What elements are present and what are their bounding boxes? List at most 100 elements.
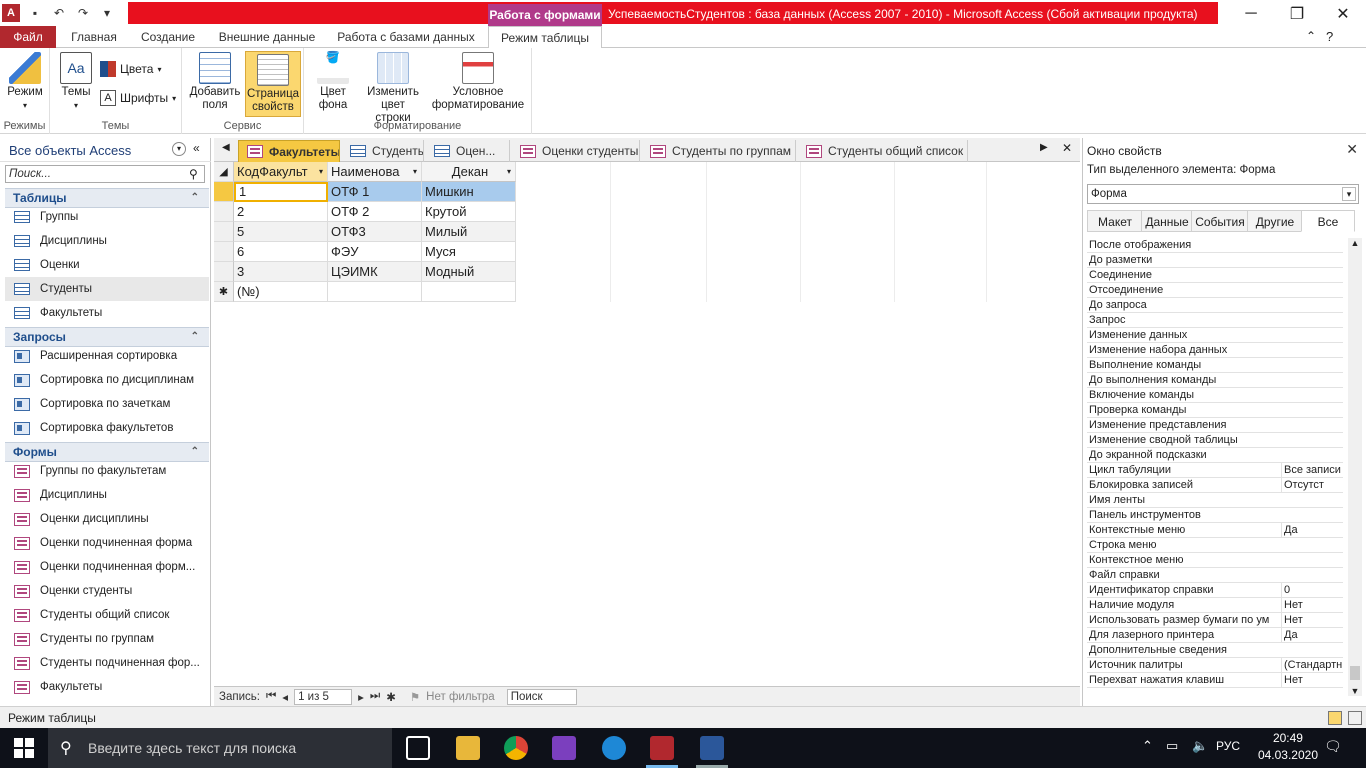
property-sheet-button[interactable]: Страница свойств	[245, 51, 301, 117]
grid-cell[interactable]: ФЭУ	[328, 242, 422, 262]
grid-cell[interactable]: Модный	[422, 262, 516, 282]
tab-home[interactable]: Главная	[62, 26, 126, 48]
grid-cell[interactable]: Милый	[422, 222, 516, 242]
last-record-icon[interactable]: ⏭	[370, 690, 380, 703]
help-icon[interactable]: ?	[1326, 29, 1333, 44]
property-value[interactable]: 0	[1281, 583, 1343, 597]
property-row[interactable]: Источник палитры (Стандартн	[1087, 658, 1343, 673]
grid-cell[interactable]: ОТФ 2	[328, 202, 422, 222]
close-icon[interactable]: ✕	[1346, 141, 1358, 158]
property-row[interactable]: Изменение данных	[1087, 328, 1343, 343]
close-icon[interactable]: ✕	[1320, 0, 1366, 28]
grid-cell[interactable]: Муся	[422, 242, 516, 262]
property-row[interactable]: Имя ленты	[1087, 493, 1343, 508]
row-selector[interactable]	[214, 182, 234, 202]
tab-datasheet[interactable]: Режим таблицы	[488, 26, 602, 49]
grid-cell[interactable]: 6	[234, 242, 328, 262]
tab-other[interactable]: Другие	[1247, 210, 1303, 232]
volume-icon[interactable]: 🔈	[1192, 738, 1208, 754]
nav-item-form[interactable]: Студенты подчиненная фор...	[5, 651, 209, 675]
grid-cell[interactable]: ОТФ3	[328, 222, 422, 242]
tab-create[interactable]: Создание	[130, 26, 206, 48]
nav-item-query[interactable]: Сортировка факультетов	[5, 416, 209, 440]
property-value[interactable]: Да	[1281, 628, 1343, 642]
nav-search-input[interactable]: Поиск...	[5, 165, 205, 183]
visual-studio-icon[interactable]	[552, 736, 576, 760]
property-row[interactable]: Перехват нажатия клавиш Нет	[1087, 673, 1343, 688]
colors-button[interactable]: Цвета ▾	[100, 58, 161, 80]
property-row[interactable]: После отображения	[1087, 238, 1343, 253]
scrollbar-thumb[interactable]	[1350, 666, 1360, 680]
nav-title[interactable]: Все объекты Access	[9, 143, 131, 158]
property-row[interactable]: До экранной подсказки	[1087, 448, 1343, 463]
row-selector[interactable]	[214, 262, 234, 282]
grid-cell[interactable]: 3	[234, 262, 328, 282]
edge-icon[interactable]	[602, 736, 626, 760]
fill-color-button[interactable]: 🪣 Цвет фона	[306, 50, 360, 112]
chrome-icon[interactable]	[504, 736, 528, 760]
property-value[interactable]: Нет	[1281, 598, 1343, 612]
doc-tab-faculties[interactable]: Факультеты	[238, 140, 340, 162]
property-row[interactable]: Файл справки	[1087, 568, 1343, 583]
file-explorer-icon[interactable]	[456, 736, 480, 760]
property-row[interactable]: Выполнение команды	[1087, 358, 1343, 373]
nav-item-table[interactable]: Дисциплины	[5, 229, 209, 253]
close-tab-icon[interactable]: ✕	[1062, 141, 1072, 155]
filter-status[interactable]: Нет фильтра	[426, 691, 495, 703]
tab-file[interactable]: Файл	[0, 26, 56, 48]
property-value[interactable]: Да	[1281, 523, 1343, 537]
grid-cell[interactable]: ЦЭИМК	[328, 262, 422, 282]
redo-icon[interactable]: ↷	[74, 4, 92, 22]
property-row[interactable]: Идентификатор справки 0	[1087, 583, 1343, 598]
chevron-down-icon[interactable]: ▾	[1342, 187, 1356, 201]
doc-tab-grades[interactable]: Оцен...	[426, 140, 510, 162]
clock[interactable]: 20:49 04.03.2020	[1258, 730, 1318, 764]
tab-external-data[interactable]: Внешние данные	[210, 26, 324, 48]
collapse-ribbon-icon[interactable]: ⌃	[1306, 29, 1316, 43]
restore-icon[interactable]: ❐	[1274, 0, 1320, 28]
grid-cell[interactable]: Крутой	[422, 202, 516, 222]
nav-item-form[interactable]: Дисциплины	[5, 483, 209, 507]
nav-item-table[interactable]: Студенты	[5, 277, 209, 301]
nav-item-form[interactable]: Группы по факультетам	[5, 459, 209, 483]
nav-item-form[interactable]: Факультеты	[5, 675, 209, 699]
taskbar-search-input[interactable]: Введите здесь текст для поиска	[48, 728, 392, 768]
access-app-icon[interactable]: A	[2, 4, 20, 22]
fonts-button[interactable]: A Шрифты ▾	[100, 87, 176, 109]
tab-layout[interactable]: Макет	[1087, 210, 1143, 232]
property-row[interactable]: Соединение	[1087, 268, 1343, 283]
grid-cell[interactable]: ОТФ 1	[328, 182, 422, 202]
doc-tab-grades-students[interactable]: Оценки студенты	[512, 140, 640, 162]
nav-item-form[interactable]: Студенты по группам	[5, 627, 209, 651]
nav-item-form[interactable]: Оценки дисциплины	[5, 507, 209, 531]
property-row[interactable]: Включение команды	[1087, 388, 1343, 403]
property-row[interactable]: Контекстное меню	[1087, 553, 1343, 568]
grid-cell[interactable]: 5	[234, 222, 328, 242]
show-hidden-icons-icon[interactable]: ⌃	[1142, 738, 1153, 754]
property-value[interactable]: Нет	[1281, 673, 1343, 687]
grid-cell[interactable]: 2	[234, 202, 328, 222]
next-record-icon[interactable]: ▸	[358, 690, 364, 704]
new-record-icon[interactable]: ✱	[386, 690, 396, 704]
property-row[interactable]: Использовать размер бумаги по ум Нет	[1087, 613, 1343, 628]
property-row[interactable]: Цикл табуляции Все записи	[1087, 463, 1343, 478]
tabs-scroll-left-icon[interactable]: ◀	[222, 142, 230, 153]
property-row[interactable]: Проверка команды	[1087, 403, 1343, 418]
property-row[interactable]: Для лазерного принтера Да	[1087, 628, 1343, 643]
battery-icon[interactable]: ▭	[1166, 738, 1178, 754]
design-view-icon[interactable]	[1348, 711, 1362, 725]
tab-events[interactable]: События	[1191, 210, 1249, 232]
prev-record-icon[interactable]: ◂	[282, 690, 288, 704]
property-value[interactable]: Все записи	[1281, 463, 1343, 477]
nav-item-query[interactable]: Сортировка по дисциплинам	[5, 368, 209, 392]
property-row[interactable]: До выполнения команды	[1087, 373, 1343, 388]
filter-icon[interactable]: ⚑	[410, 690, 420, 704]
nav-item-query[interactable]: Расширенная сортировка	[5, 344, 209, 368]
property-value[interactable]: Отсутст	[1281, 478, 1343, 492]
grid-cell[interactable]: Мишкин	[422, 182, 516, 202]
nav-header[interactable]: Все объекты Access ▾ «	[0, 138, 211, 162]
new-record-cell[interactable]: (№)	[234, 282, 328, 302]
add-fields-button[interactable]: Добавить поля	[186, 50, 244, 112]
property-row[interactable]: Блокировка записей Отсутст	[1087, 478, 1343, 493]
nav-item-query[interactable]: Сортировка по зачеткам	[5, 392, 209, 416]
